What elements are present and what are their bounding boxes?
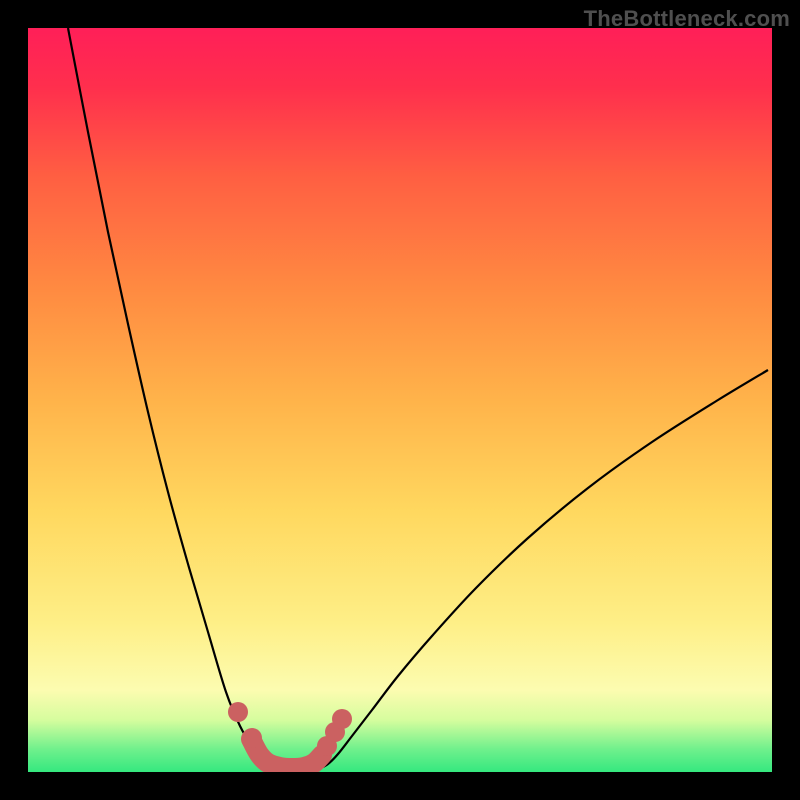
bottleneck-curve — [68, 28, 768, 770]
highlight-band — [251, 739, 322, 768]
highlight-dot — [242, 728, 262, 748]
highlight-dot — [228, 702, 248, 722]
chart-plot-area — [28, 28, 772, 772]
highlight-dot — [332, 709, 352, 729]
watermark-text: TheBottleneck.com — [584, 6, 790, 32]
chart-svg — [28, 28, 772, 772]
